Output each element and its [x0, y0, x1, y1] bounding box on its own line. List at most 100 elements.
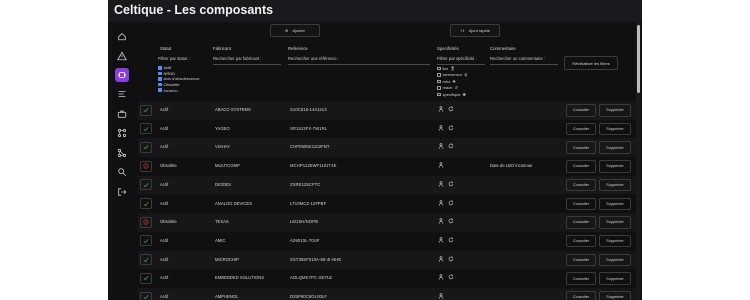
refresh-icon: [448, 106, 454, 112]
delete-button[interactable]: Supprimer: [599, 104, 631, 117]
delete-button[interactable]: Supprimer: [599, 291, 631, 300]
status-filter-label: NRND: [163, 70, 176, 76]
person-icon: [438, 181, 444, 187]
person-icon: [438, 274, 444, 281]
spec-filter-checkbox[interactable]: [437, 73, 441, 77]
consult-button[interactable]: Consulter: [566, 141, 596, 154]
status-icon-button[interactable]: [140, 141, 152, 153]
scrollbar-thumb[interactable]: [636, 25, 640, 93]
status-icon-button[interactable]: [140, 160, 152, 172]
search-settings-icon: [118, 168, 127, 177]
table-row: Actif ANALOG DEVICES LT10MCZ-12#PBF Consult…: [138, 195, 636, 214]
spec-filter-label: reach: [442, 85, 453, 91]
check-icon: [143, 201, 149, 206]
spec-weeeensor-icon: ⛭: [464, 72, 468, 78]
commentaire-filter-input[interactable]: Rechercher un commentaire :: [490, 56, 545, 61]
consult-button[interactable]: Consulter: [566, 122, 596, 136]
scrollbar[interactable]: [636, 22, 640, 300]
consult-button[interactable]: Consulter: [566, 234, 596, 248]
refresh-icon: [448, 256, 454, 261]
refresh-icon: [448, 274, 454, 280]
spec-filter-checkbox[interactable]: [437, 66, 441, 70]
delete-button[interactable]: Supprimer: [599, 272, 631, 285]
sidebar-item-search-settings[interactable]: [115, 165, 129, 179]
status-icon-button[interactable]: [140, 104, 152, 116]
column-header-fabricant[interactable]: Fabricant: [213, 46, 231, 51]
sidebar-item-chip[interactable]: [115, 68, 129, 82]
reference-filter-underline: [288, 64, 430, 65]
delete-button[interactable]: Supprimer: [599, 197, 631, 210]
spec-filter-label: itar: [442, 65, 449, 71]
person-icon: [438, 124, 444, 131]
consult-button[interactable]: Consulter: [566, 104, 596, 117]
sidebar-item-nodes-alt[interactable]: [115, 146, 129, 160]
delete-button[interactable]: Supprimer: [599, 160, 631, 173]
consult-button[interactable]: Consulter: [566, 253, 596, 267]
status-filter-checkbox[interactable]: [158, 88, 162, 92]
check-icon: [143, 295, 149, 300]
column-header-specificites[interactable]: Specificités: [437, 46, 459, 51]
status-filter-checkbox[interactable]: [158, 77, 162, 81]
status-icon-button[interactable]: [140, 291, 152, 300]
status-filter-checkbox[interactable]: [158, 71, 162, 76]
status-icon-button[interactable]: [140, 254, 152, 266]
delete-button[interactable]: Supprimer: [599, 178, 631, 192]
consult-button[interactable]: Consulter: [566, 272, 596, 285]
status-icon-button[interactable]: [140, 179, 152, 191]
table-row: Actif AMIC A29010L-70UF Consulter Supprimer: [138, 232, 636, 251]
column-header-reference[interactable]: Reference: [288, 46, 308, 51]
obsolete-icon: [143, 219, 149, 225]
spec-filter-checkbox[interactable]: [437, 79, 441, 83]
row-statut: Actif: [160, 107, 169, 112]
status-icon-button[interactable]: [140, 272, 152, 284]
person-icon: [438, 255, 444, 262]
delete-button[interactable]: Supprimer: [599, 216, 631, 229]
delete-button[interactable]: Supprimer: [599, 253, 631, 267]
fabricant-filter-underline: [213, 64, 281, 65]
row-statut: Actif: [160, 181, 169, 187]
quick-add-icon: +1: [460, 28, 465, 33]
reset-filters-button[interactable]: Réinitialiser les filtres: [564, 56, 618, 70]
spec-filter-checkbox[interactable]: [437, 92, 441, 96]
status-filter-option[interactable]: Avis d'obsolescence: [158, 76, 200, 82]
consult-button[interactable]: Consulter: [566, 160, 596, 173]
row-fabricant: MULTICOMP: [215, 163, 240, 169]
row-statut: Actif: [160, 294, 169, 299]
status-icon-button[interactable]: [140, 216, 152, 228]
status-filter-checkbox[interactable]: [158, 66, 162, 70]
status-icon-button[interactable]: [140, 123, 152, 135]
delete-button[interactable]: Supprimer: [599, 122, 631, 136]
spec-filter-option[interactable]: specifique ✱: [437, 91, 467, 98]
consult-button[interactable]: Consulter: [566, 178, 596, 192]
status-icon-button[interactable]: [140, 235, 152, 247]
reference-filter-input[interactable]: Rechercher une référence :: [288, 56, 339, 61]
sidebar-item-warning[interactable]: [115, 49, 129, 63]
delete-button[interactable]: Supprimer: [599, 141, 631, 154]
sidebar-item-logout[interactable]: [115, 185, 129, 199]
sidebar-item-nodes[interactable]: [115, 126, 129, 140]
status-filter-checkbox[interactable]: [158, 82, 162, 87]
column-header-statut[interactable]: Statut: [160, 46, 171, 51]
status-filter-label: Actif: [163, 65, 172, 71]
person-icon: [438, 237, 444, 243]
fabricant-filter-input[interactable]: Rechercher par fabricant :: [213, 56, 261, 61]
spec-filter-checkbox[interactable]: [437, 86, 441, 90]
status-icon-button[interactable]: [140, 198, 152, 209]
quick-add-button[interactable]: +1 Ajout rapide: [450, 24, 500, 37]
row-statut: Obsolète: [160, 219, 177, 225]
sidebar-item-home[interactable]: [115, 29, 129, 43]
add-button[interactable]: ⊕ Ajouter: [270, 24, 320, 37]
row-statut: Actif: [160, 237, 169, 243]
consult-button[interactable]: Consulter: [566, 197, 596, 210]
list-icon: [118, 91, 126, 97]
status-filter-option[interactable]: Inconnu: [158, 87, 200, 93]
sidebar-item-list[interactable]: [115, 87, 129, 101]
sidebar-item-briefcase[interactable]: [115, 107, 129, 121]
person-icon: [438, 199, 444, 206]
nodes-icon: [117, 128, 127, 138]
check-icon: [143, 108, 149, 113]
column-header-commentaire[interactable]: Commentaire: [490, 46, 516, 51]
consult-button[interactable]: Consulter: [566, 291, 596, 300]
consult-button[interactable]: Consulter: [566, 216, 596, 229]
delete-button[interactable]: Supprimer: [599, 234, 631, 248]
